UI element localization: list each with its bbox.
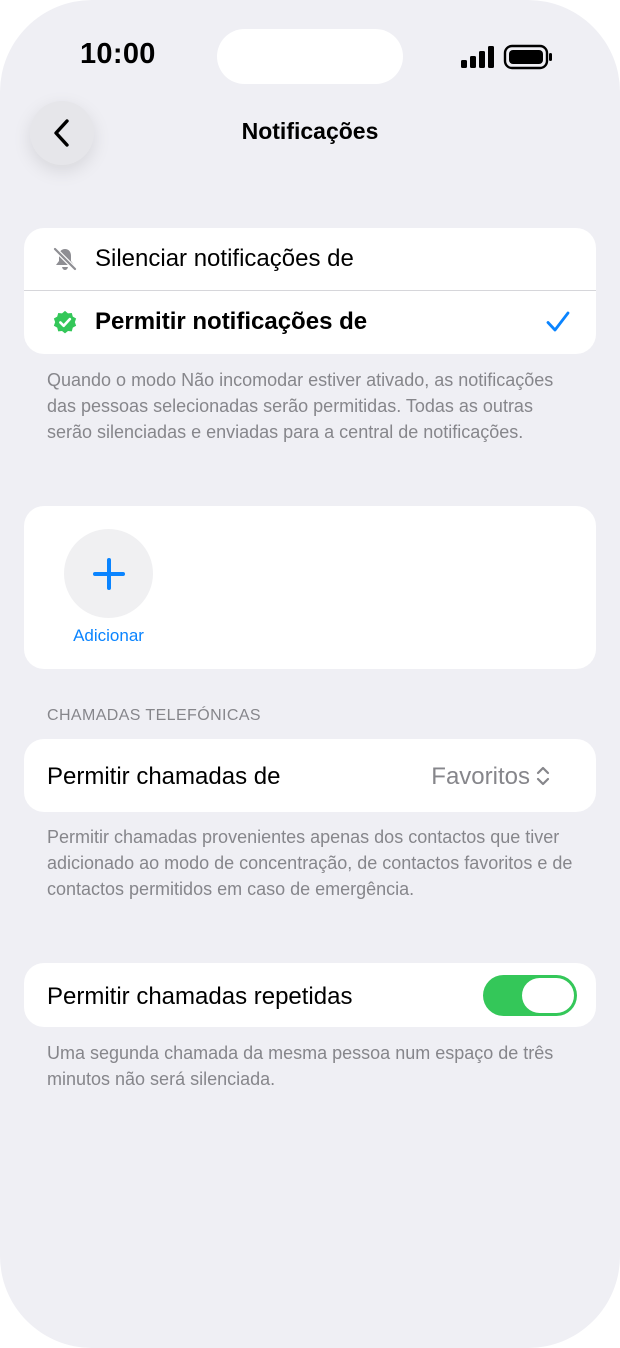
repeated-calls-row: Permitir chamadas repetidas <box>24 963 596 1027</box>
toggle-knob <box>522 978 574 1013</box>
add-person-button[interactable] <box>64 529 153 618</box>
dynamic-island <box>217 29 403 84</box>
option-allow[interactable]: Permitir notificações de <box>24 291 596 354</box>
repeated-calls-footnote: Uma segunda chamada da mesma pessoa num … <box>47 1043 554 1089</box>
phone-screen: 10:00 Notificações Silenciar notificaçõe… <box>0 0 620 1348</box>
chevron-left-icon <box>54 119 69 147</box>
status-time: 10:00 <box>80 38 156 70</box>
allow-calls-footnote: Permitir chamadas provenientes apenas do… <box>47 827 573 899</box>
plus-icon <box>92 557 125 590</box>
battery-icon <box>503 44 552 70</box>
page-title: Notificações <box>241 118 379 144</box>
add-person-label[interactable]: Adicionar <box>54 626 163 646</box>
allow-calls-row[interactable]: Permitir chamadas de Favoritos <box>24 739 596 812</box>
notification-mode-card: Silenciar notificações de Permitir notif… <box>24 228 596 354</box>
calls-section-header: CHAMADAS TELEFÓNICAS <box>47 707 261 724</box>
allow-calls-value[interactable]: Favoritos <box>431 763 530 791</box>
back-button[interactable] <box>30 101 94 165</box>
cellular-signal-icon <box>461 44 552 70</box>
repeated-calls-label: Permitir chamadas repetidas <box>47 983 353 1010</box>
notification-mode-footnote: Quando o modo Não incomodar estiver ativ… <box>47 370 554 442</box>
repeated-calls-toggle[interactable] <box>483 975 577 1016</box>
allow-calls-label: Permitir chamadas de <box>47 763 281 790</box>
option-allow-label: Permitir notificações de <box>95 308 368 335</box>
checkmark-seal-icon <box>52 310 78 336</box>
chevron-up-down-icon <box>535 764 551 793</box>
status-icons <box>459 42 553 72</box>
option-silence[interactable]: Silenciar notificações de <box>24 228 596 290</box>
option-silence-label: Silenciar notificações de <box>95 245 354 272</box>
bell-slash-icon <box>52 246 78 272</box>
people-card: Adicionar <box>24 506 596 669</box>
checkmark-icon <box>545 309 571 340</box>
